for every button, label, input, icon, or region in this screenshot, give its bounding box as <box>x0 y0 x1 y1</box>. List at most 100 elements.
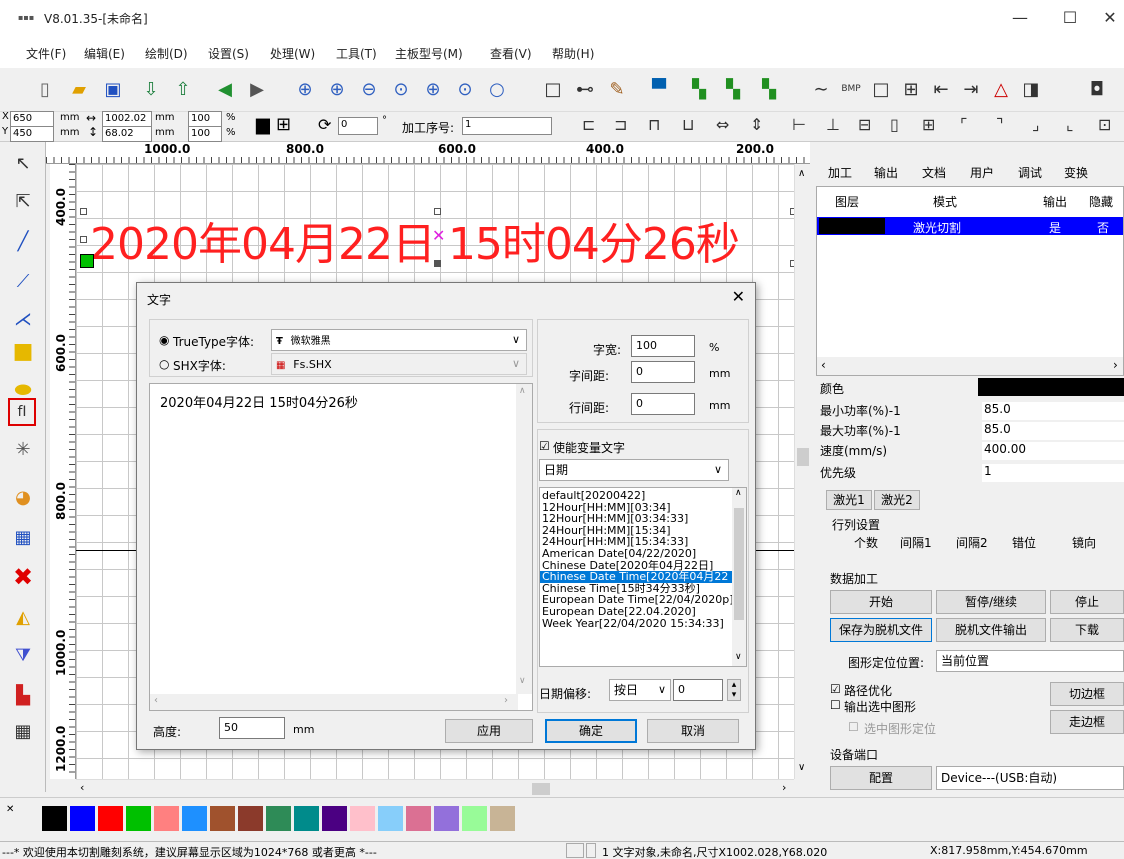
color-swatch[interactable] <box>238 806 263 831</box>
zoom-in-icon[interactable]: ⊕ <box>324 76 350 102</box>
offset-value-input[interactable]: 0 <box>673 679 723 701</box>
text-content-area[interactable]: 2020年04月22日 15时04分26秒 ∧ ∨ ‹ › <box>149 383 533 711</box>
scroll-right-icon[interactable]: › <box>504 695 508 706</box>
matrix-icon[interactable]: ▦ <box>8 716 38 746</box>
variable-type-select[interactable]: 日期 ∨ <box>539 459 729 481</box>
stop-button[interactable]: 停止 <box>1050 590 1124 614</box>
menu-settings[interactable]: 设置(S) <box>208 45 249 62</box>
device-select[interactable]: Device---(USB:自动) <box>936 766 1124 790</box>
align-bottom-icon[interactable]: ⊐ <box>614 115 627 134</box>
list-item[interactable]: European Date[22.04.2020] <box>540 606 734 618</box>
variable-checkbox[interactable]: ☑ <box>539 439 550 453</box>
color-swatch[interactable] <box>406 806 431 831</box>
camera-icon[interactable]: ◘ <box>1084 76 1110 102</box>
date-format-list[interactable]: default[20200422] 12Hour[HH:MM][03:34] 1… <box>539 487 747 667</box>
bottom-right-icon[interactable]: ⌟ <box>1032 115 1040 134</box>
tab-process[interactable]: 加工 <box>828 164 852 181</box>
new-file-icon[interactable]: ▯ <box>32 76 58 102</box>
dot-tool-icon[interactable]: ✳ <box>8 434 38 464</box>
polyline-icon[interactable]: ⟋ <box>8 266 38 296</box>
node-icon[interactable]: ⊷ <box>572 76 598 102</box>
align-icon[interactable]: ⇥ <box>958 76 984 102</box>
selection-handle[interactable] <box>80 208 87 215</box>
scroll-thumb[interactable] <box>532 783 550 795</box>
maximize-button[interactable]: ☐ <box>1050 6 1090 30</box>
scroll-down-icon[interactable]: ∨ <box>798 762 805 773</box>
canvas-horizontal-scrollbar[interactable]: ‹ › <box>76 779 794 797</box>
list-item[interactable]: Chinese Date[2020年04月22日] <box>540 560 734 572</box>
position-select[interactable]: 当前位置 <box>936 650 1124 672</box>
menu-help[interactable]: 帮助(H) <box>552 45 594 62</box>
align-hcenter-icon[interactable]: ⊓ <box>648 115 660 134</box>
center-page-icon[interactable]: ⊞ <box>922 115 935 134</box>
select-arrow-icon[interactable]: ↖ <box>8 148 38 178</box>
color-value[interactable] <box>978 378 1124 396</box>
offset-spinner[interactable]: ▴ ▾ <box>727 679 741 701</box>
tab-debug[interactable]: 调试 <box>1018 164 1042 181</box>
max-power-value[interactable]: 85.0 <box>982 422 1124 440</box>
v-center-page-icon[interactable]: ▯ <box>890 115 899 134</box>
rectangle-tool-icon[interactable]: ■ <box>8 336 38 366</box>
selection-handle[interactable] <box>434 208 441 215</box>
tab-laser2[interactable]: 激光2 <box>874 490 920 510</box>
h-center-page-icon[interactable]: ⊟ <box>858 115 871 134</box>
line-icon[interactable]: ╱ <box>8 226 38 256</box>
color-swatch[interactable] <box>154 806 179 831</box>
node-edit-icon[interactable]: ⇱ <box>8 186 38 216</box>
mirror-h-icon[interactable]: ◭ <box>8 602 38 632</box>
panel-icon[interactable]: ◨ <box>1018 76 1044 102</box>
char-spacing-input[interactable]: 0 <box>631 361 695 383</box>
scroll-left-icon[interactable]: ‹ <box>154 695 158 706</box>
same-height-icon[interactable]: ⇕ <box>750 115 763 134</box>
open-folder-icon[interactable]: ▰ <box>66 76 92 102</box>
rotate-input[interactable]: 0 <box>338 117 378 135</box>
color-swatch[interactable] <box>350 806 375 831</box>
scroll-up-icon[interactable]: ∧ <box>735 488 742 498</box>
top-left-icon[interactable]: ⌜ <box>960 115 968 134</box>
color-swatch[interactable] <box>294 806 319 831</box>
list-item[interactable]: 12Hour[HH:MM][03:34] <box>540 502 734 514</box>
color-swatch[interactable] <box>98 806 123 831</box>
min-power-value[interactable]: 85.0 <box>982 402 1124 420</box>
list-item[interactable]: Week Year[22/04/2020 15:34:33] <box>540 618 734 630</box>
selected-pos-checkbox[interactable]: ☐ <box>848 720 859 734</box>
list-item-selected[interactable]: Chinese Date Time[2020年04月22 <box>540 571 734 583</box>
shx-radio[interactable]: ○ <box>159 357 169 371</box>
list-item[interactable]: 24Hour[HH:MM][15:34] <box>540 525 734 537</box>
bmp-icon[interactable]: BMP <box>838 76 864 102</box>
color-swatch[interactable] <box>490 806 515 831</box>
apply-button[interactable]: 应用 <box>445 719 533 743</box>
scroll-up-icon[interactable]: ∧ <box>519 386 526 396</box>
tab-document[interactable]: 文档 <box>922 164 946 181</box>
list-item[interactable]: American Date[04/22/2020] <box>540 548 734 560</box>
textarea-vscrollbar[interactable]: ∧ ∨ <box>516 384 532 694</box>
align-center-icon[interactable]: ▚ <box>720 76 746 102</box>
laser-head-icon[interactable]: △ <box>988 76 1014 102</box>
width-input[interactable]: 1002.02 <box>102 111 152 127</box>
color-swatch[interactable] <box>266 806 291 831</box>
h-distribute-icon[interactable]: ⊢ <box>792 115 806 134</box>
pen-icon[interactable]: ✎ <box>604 76 630 102</box>
palette-close-icon[interactable]: ✕ <box>6 804 14 815</box>
save-offline-button[interactable]: 保存为脱机文件 <box>830 618 932 642</box>
minimize-button[interactable]: — <box>1000 6 1040 30</box>
center-icon[interactable]: ⊡ <box>1098 115 1111 134</box>
tab-transform[interactable]: 变换 <box>1064 164 1088 181</box>
menu-edit[interactable]: 编辑(E) <box>84 45 125 62</box>
truetype-radio[interactable]: ◉ <box>159 333 169 347</box>
textarea-hscrollbar[interactable]: ‹ › <box>150 694 518 710</box>
export-icon[interactable]: ⇧ <box>170 76 196 102</box>
color-swatch[interactable] <box>126 806 151 831</box>
zoom-fit-icon[interactable]: ⊙ <box>388 76 414 102</box>
zoom-window-icon[interactable]: ⊕ <box>292 76 318 102</box>
color-swatch[interactable] <box>322 806 347 831</box>
image-tool-icon[interactable]: ◕ <box>8 482 38 512</box>
color-swatch[interactable] <box>182 806 207 831</box>
scroll-left-icon[interactable]: ‹ <box>821 358 826 372</box>
offline-output-button[interactable]: 脱机文件输出 <box>936 618 1046 642</box>
canvas-vertical-scrollbar[interactable]: ∧ ∨ <box>794 164 810 779</box>
x-position-input[interactable]: 650 <box>10 111 54 127</box>
mirror-v-icon[interactable]: ⧩ <box>8 640 38 670</box>
curve-tool-icon[interactable]: ⋌ <box>8 304 38 334</box>
scale-y-input[interactable]: 100 <box>188 126 222 142</box>
